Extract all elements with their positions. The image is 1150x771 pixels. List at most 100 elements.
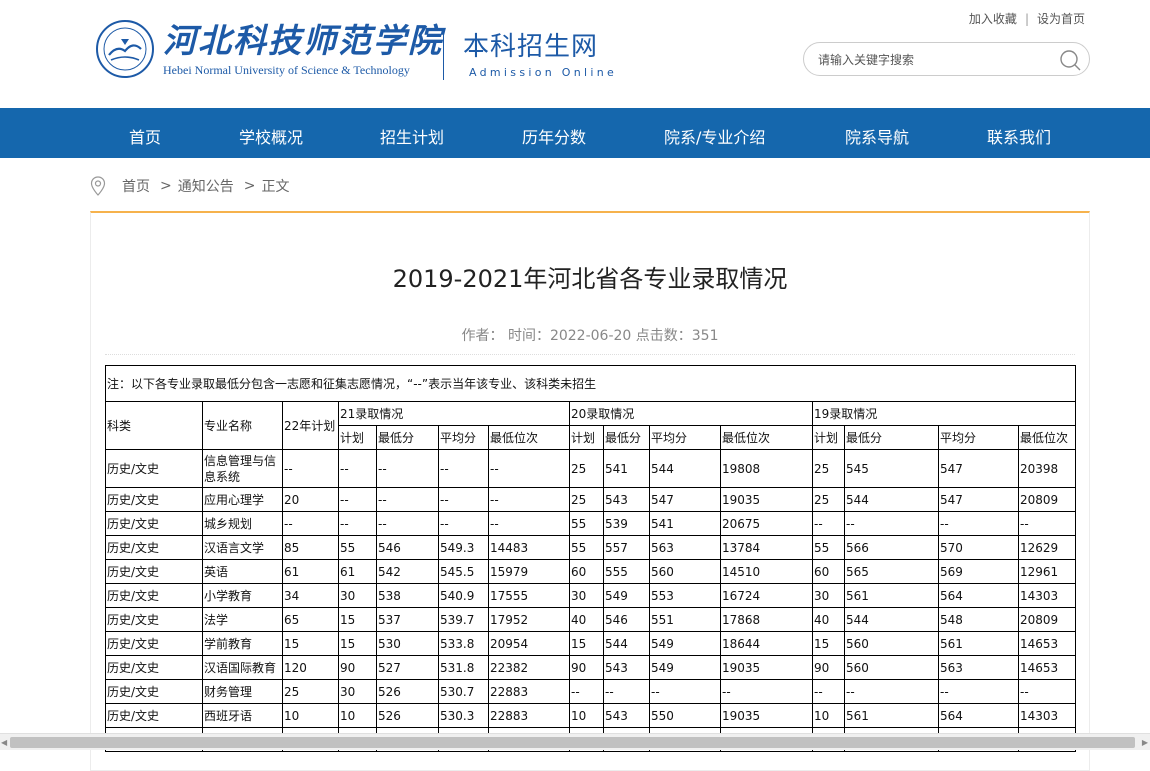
header-category: 科类 bbox=[105, 401, 203, 450]
table-cell: 小学教育 bbox=[202, 583, 283, 608]
table-cell: 560 bbox=[649, 559, 721, 584]
table-cell: 530.7 bbox=[438, 679, 489, 704]
nav-department-guide[interactable]: 院系导航 bbox=[845, 124, 909, 148]
table-cell: -- bbox=[338, 449, 377, 488]
table-cell: 历史/文史 bbox=[105, 583, 203, 608]
table-cell: 537 bbox=[376, 607, 439, 632]
nav-home[interactable]: 首页 bbox=[129, 124, 161, 148]
table-cell: 564 bbox=[938, 703, 1019, 728]
table-cell: 61 bbox=[338, 559, 377, 584]
table-cell: 城乡规划 bbox=[202, 511, 283, 536]
table-cell: -- bbox=[812, 511, 845, 536]
header-plan-22: 22年计划 bbox=[282, 401, 339, 450]
table-cell: 历史/文史 bbox=[105, 703, 203, 728]
table-cell: 历史/文史 bbox=[105, 449, 203, 488]
table-cell: 549 bbox=[603, 583, 650, 608]
table-cell: 544 bbox=[844, 607, 939, 632]
table-cell: 历史/文史 bbox=[105, 535, 203, 560]
table-cell: -- bbox=[938, 679, 1019, 704]
table-cell: 565 bbox=[844, 559, 939, 584]
table-cell: -- bbox=[603, 679, 650, 704]
table-cell: 542 bbox=[376, 559, 439, 584]
table-cell: 60 bbox=[569, 559, 604, 584]
article-meta: 作者： 时间：2022-06-20 点击数：351 bbox=[461, 328, 719, 344]
table-cell: 12961 bbox=[1017, 559, 1077, 584]
table-row: 历史/文史 应用心理学 20 -- -- -- -- 25 543 547 19035 25 544 54… bbox=[105, 487, 1077, 512]
add-bookmark-link[interactable]: 加入收藏 bbox=[969, 10, 1017, 27]
university-logo[interactable]: 河北科技师范学院 Hebei Normal University of Scie… bbox=[95, 19, 443, 79]
table-cell: 历史/文史 bbox=[105, 487, 203, 512]
table-cell: 90 bbox=[812, 655, 845, 680]
table-row: 历史/文史 小学教育 34 30 538 540.9 17555 30 549 553 16724 3… bbox=[105, 583, 1077, 608]
header-major: 专业名称 bbox=[202, 401, 283, 450]
article-panel: 2019-2021年河北省各专业录取情况 作者： 时间：2022-06-20 点… bbox=[90, 211, 1090, 771]
scroll-right-arrow-icon[interactable]: ▶ bbox=[1142, 738, 1148, 747]
breadcrumb-current: 正文 bbox=[261, 179, 290, 195]
table-cell: 30 bbox=[812, 583, 845, 608]
breadcrumb-notices[interactable]: 通知公告 bbox=[178, 176, 234, 196]
scroll-left-arrow-icon[interactable]: ◀ bbox=[1, 738, 7, 747]
table-cell: 546 bbox=[603, 607, 650, 632]
search-box bbox=[803, 42, 1090, 76]
header-subcolumn: 最低位次 bbox=[720, 425, 813, 450]
table-row: 历史/文史 汉语言文学 85 55 546 549.3 14483 55 557 563 13784… bbox=[105, 535, 1077, 560]
nav-departments-majors[interactable]: 院系/专业介绍 bbox=[664, 124, 765, 148]
table-cell: 549.3 bbox=[438, 535, 489, 560]
table-cell: 14653 bbox=[1017, 655, 1077, 680]
header-subcolumn: 最低分 bbox=[844, 425, 939, 450]
table-cell: 16724 bbox=[720, 583, 813, 608]
header-subcolumn: 平均分 bbox=[649, 425, 721, 450]
table-cell: 547 bbox=[938, 449, 1019, 488]
table-cell: 15 bbox=[282, 631, 339, 656]
table-cell: 应用心理学 bbox=[202, 487, 283, 512]
table-cell: 14303 bbox=[1017, 703, 1077, 728]
table-cell: 法学 bbox=[202, 607, 283, 632]
table-cell: 557 bbox=[603, 535, 650, 560]
table-cell: 30 bbox=[338, 583, 377, 608]
table-cell: 544 bbox=[649, 449, 721, 488]
table-cell: -- bbox=[438, 449, 489, 488]
table-cell: 569 bbox=[938, 559, 1019, 584]
table-cell: 30 bbox=[569, 583, 604, 608]
table-cell: 10 bbox=[338, 703, 377, 728]
table-cell: 22883 bbox=[488, 703, 570, 728]
table-cell: 547 bbox=[649, 487, 721, 512]
article-title: 2019-2021年河北省各专业录取情况 bbox=[392, 265, 788, 293]
nav-historical-scores[interactable]: 历年分数 bbox=[522, 124, 586, 148]
table-cell: 538 bbox=[376, 583, 439, 608]
header-subcolumn: 计划 bbox=[338, 425, 377, 450]
table-cell: 25 bbox=[812, 449, 845, 488]
university-emblem-icon bbox=[96, 20, 154, 78]
table-cell: 17952 bbox=[488, 607, 570, 632]
set-homepage-link[interactable]: 设为首页 bbox=[1037, 10, 1085, 27]
horizontal-scrollbar[interactable]: ◀ ▶ bbox=[0, 733, 1150, 750]
table-cell: 20954 bbox=[488, 631, 570, 656]
table-cell: 18644 bbox=[720, 631, 813, 656]
scrollbar-thumb[interactable] bbox=[10, 737, 1135, 748]
table-cell: 17555 bbox=[488, 583, 570, 608]
nav-school-overview[interactable]: 学校概况 bbox=[239, 124, 303, 148]
breadcrumb-home[interactable]: 首页 bbox=[122, 176, 150, 196]
search-icon[interactable] bbox=[1059, 49, 1081, 71]
table-cell: 551 bbox=[649, 607, 721, 632]
table-cell: 530.3 bbox=[438, 703, 489, 728]
table-note: 注：以下各专业录取最低分包含一志愿和征集志愿情况，“--”表示当年该专业、该科类… bbox=[104, 365, 1077, 402]
table-cell: 549 bbox=[649, 631, 721, 656]
table-cell: 历史/文史 bbox=[105, 511, 203, 536]
nav-contact-us[interactable]: 联系我们 bbox=[987, 124, 1051, 148]
table-cell: 汉语言文学 bbox=[202, 535, 283, 560]
site-title-english: Admission Online bbox=[469, 66, 618, 79]
table-cell: 20675 bbox=[720, 511, 813, 536]
search-input[interactable] bbox=[818, 51, 1048, 69]
link-separator: | bbox=[1024, 11, 1029, 26]
table-cell: 15 bbox=[338, 631, 377, 656]
table-cell: 55 bbox=[812, 535, 845, 560]
location-pin-icon bbox=[90, 176, 106, 196]
site-title: 本科招生网 Admission Online bbox=[463, 30, 617, 80]
table-cell: -- bbox=[938, 511, 1019, 536]
table-cell: 546 bbox=[376, 535, 439, 560]
table-cell: 22382 bbox=[488, 655, 570, 680]
table-cell: 13784 bbox=[720, 535, 813, 560]
logo-english-name: Hebei Normal University of Science & Tec… bbox=[163, 63, 410, 77]
nav-enrollment-plan[interactable]: 招生计划 bbox=[380, 124, 444, 148]
